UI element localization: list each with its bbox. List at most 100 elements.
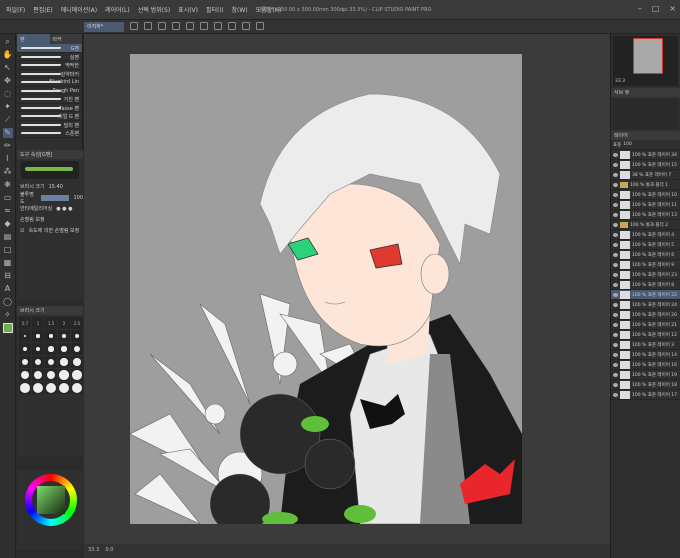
menu-item[interactable]: 파일(F) (6, 5, 25, 14)
navigator[interactable]: 33.3 (613, 36, 678, 86)
navigator-zoom[interactable]: 33.3 (615, 79, 625, 84)
brush-size-cell[interactable] (58, 343, 70, 355)
layer-row[interactable]: 100 % 표준 레이어 34 (611, 150, 680, 160)
visibility-eye-icon[interactable] (613, 262, 618, 267)
invert-selection-icon[interactable] (242, 22, 250, 30)
layer-row[interactable]: 100 % 표준 레이어 23 (611, 270, 680, 280)
brush-size-cell[interactable] (58, 330, 70, 342)
visibility-eye-icon[interactable] (613, 172, 618, 177)
canvas-paper[interactable] (130, 54, 522, 524)
brush-size-cell[interactable] (45, 343, 57, 355)
layer-row[interactable]: 100 % 표준 레이어 13 (611, 210, 680, 220)
tab-pen[interactable]: 펜 (17, 34, 50, 44)
brush-size-cell[interactable] (58, 369, 70, 381)
brush-size-cell[interactable] (19, 382, 31, 394)
main-color-swatch[interactable] (2, 323, 13, 333)
brush-size-cell[interactable] (58, 356, 70, 368)
layer-row[interactable]: 100 % 표준 레이어 6 (611, 250, 680, 260)
navigator-thumbnail[interactable] (633, 38, 663, 74)
save-icon[interactable] (158, 22, 166, 30)
layer-row[interactable]: 100 % 표준 레이어 19 (611, 370, 680, 380)
menu-item[interactable]: 레이어(L) (105, 5, 130, 14)
brush-item[interactable]: 실펜 (17, 53, 82, 61)
blend-icon[interactable]: ≈ (3, 206, 13, 216)
brush-size-cell[interactable] (71, 382, 83, 394)
brush-size-cell[interactable] (45, 330, 57, 342)
fill-icon[interactable] (256, 22, 264, 30)
brush-size-cell[interactable]: 2 (58, 317, 70, 329)
visibility-eye-icon[interactable] (613, 372, 618, 377)
layer-row[interactable]: 100 % 표준 레이어 21 (611, 320, 680, 330)
menu-item[interactable]: 창(W) (232, 5, 248, 14)
brush-size-cell[interactable] (32, 330, 44, 342)
opacity-row[interactable]: 불투명도 100 (17, 192, 83, 205)
visibility-eye-icon[interactable] (613, 312, 618, 317)
deselect-icon[interactable] (228, 22, 236, 30)
brush-size-cell[interactable]: 0.7 (19, 317, 31, 329)
close-icon[interactable]: × (669, 4, 676, 13)
pencil-tool-icon[interactable]: ✏ (3, 141, 13, 151)
brush-size-cell[interactable]: 1.5 (45, 317, 57, 329)
brush-item[interactable]: 거친 펜 (17, 95, 82, 104)
new-file-icon[interactable] (130, 22, 138, 30)
prop-value[interactable]: 15.40 (49, 184, 63, 190)
brush-size-cell[interactable] (32, 343, 44, 355)
visibility-eye-icon[interactable] (613, 232, 618, 237)
menu-item[interactable]: 편집(E) (33, 5, 53, 14)
move-layer-icon[interactable]: ✥ (3, 76, 13, 86)
visibility-eye-icon[interactable] (613, 282, 618, 287)
transform-icon[interactable] (214, 22, 222, 30)
visibility-eye-icon[interactable] (613, 252, 618, 257)
visibility-eye-icon[interactable] (613, 332, 618, 337)
layer-row[interactable]: 100 % 표준 레이어 17 (611, 390, 680, 400)
visibility-eye-icon[interactable] (613, 382, 618, 387)
layer-opacity[interactable]: 100 (623, 142, 632, 147)
zoom-readout[interactable]: 33.3 (88, 547, 99, 553)
operation-tool-icon[interactable]: ↖ (3, 63, 13, 73)
brush-size-cell[interactable] (45, 356, 57, 368)
brush-size-cell[interactable] (71, 343, 83, 355)
fill-bucket-icon[interactable]: ◆ (3, 219, 13, 229)
stabilization-row[interactable]: 손떨림 보정 (17, 214, 83, 225)
gradient-icon[interactable]: ▤ (3, 232, 13, 242)
layer-row[interactable]: 100 % 표준 레이어 24 (611, 300, 680, 310)
layer-row[interactable]: 100 % 표준 레이어 12 (611, 330, 680, 340)
brush-size-cell[interactable] (19, 369, 31, 381)
airbrush-icon[interactable]: ⁂ (3, 167, 13, 177)
layer-row[interactable]: 100 % 표준 레이어 4 (611, 230, 680, 240)
eraser-icon[interactable]: ▭ (3, 193, 13, 203)
brush-size-cell[interactable] (32, 356, 44, 368)
ruler-icon[interactable]: ⊟ (3, 271, 13, 281)
visibility-eye-icon[interactable] (613, 192, 618, 197)
brush-size-cell[interactable] (71, 369, 83, 381)
brush-size-cell[interactable] (32, 369, 44, 381)
visibility-eye-icon[interactable] (613, 302, 618, 307)
menu-item[interactable]: 표시(V) (178, 5, 198, 14)
layer-row[interactable]: 100 % 표준 레이어 15 (611, 160, 680, 170)
blend-mode[interactable]: 표준 (613, 142, 621, 148)
brush-size-cell[interactable] (19, 330, 31, 342)
visibility-eye-icon[interactable] (613, 292, 618, 297)
eyedropper-icon[interactable]: ⟋ (3, 115, 13, 125)
color-wheel[interactable] (25, 474, 77, 526)
visibility-eye-icon[interactable] (613, 242, 618, 247)
checkbox-icon[interactable]: ☑ (20, 228, 24, 234)
visibility-eye-icon[interactable] (613, 362, 618, 367)
brush-item[interactable]: 밀리 펜 (17, 121, 82, 129)
menu-item[interactable]: 애니메이션(A) (61, 5, 97, 14)
visibility-eye-icon[interactable] (613, 152, 618, 157)
brush-item[interactable]: 스푼펜 (17, 129, 82, 138)
balloon-icon[interactable]: ◯ (3, 297, 13, 307)
visibility-eye-icon[interactable] (613, 352, 618, 357)
layer-row[interactable]: 100 % 표준 레이어 22 (611, 290, 680, 300)
brush-item[interactable]: Bluebird Lin (17, 78, 82, 87)
visibility-eye-icon[interactable] (613, 322, 618, 327)
layer-blend-row[interactable]: 표준 100 (611, 140, 680, 150)
visibility-eye-icon[interactable] (613, 162, 618, 167)
visibility-eye-icon[interactable] (613, 392, 618, 397)
prop-value[interactable]: 100 (73, 195, 83, 201)
brush-tool-icon[interactable]: ⌇ (3, 154, 13, 164)
visibility-eye-icon[interactable] (613, 342, 618, 347)
visibility-eye-icon[interactable] (613, 222, 618, 227)
brush-size-cell[interactable] (45, 369, 57, 381)
